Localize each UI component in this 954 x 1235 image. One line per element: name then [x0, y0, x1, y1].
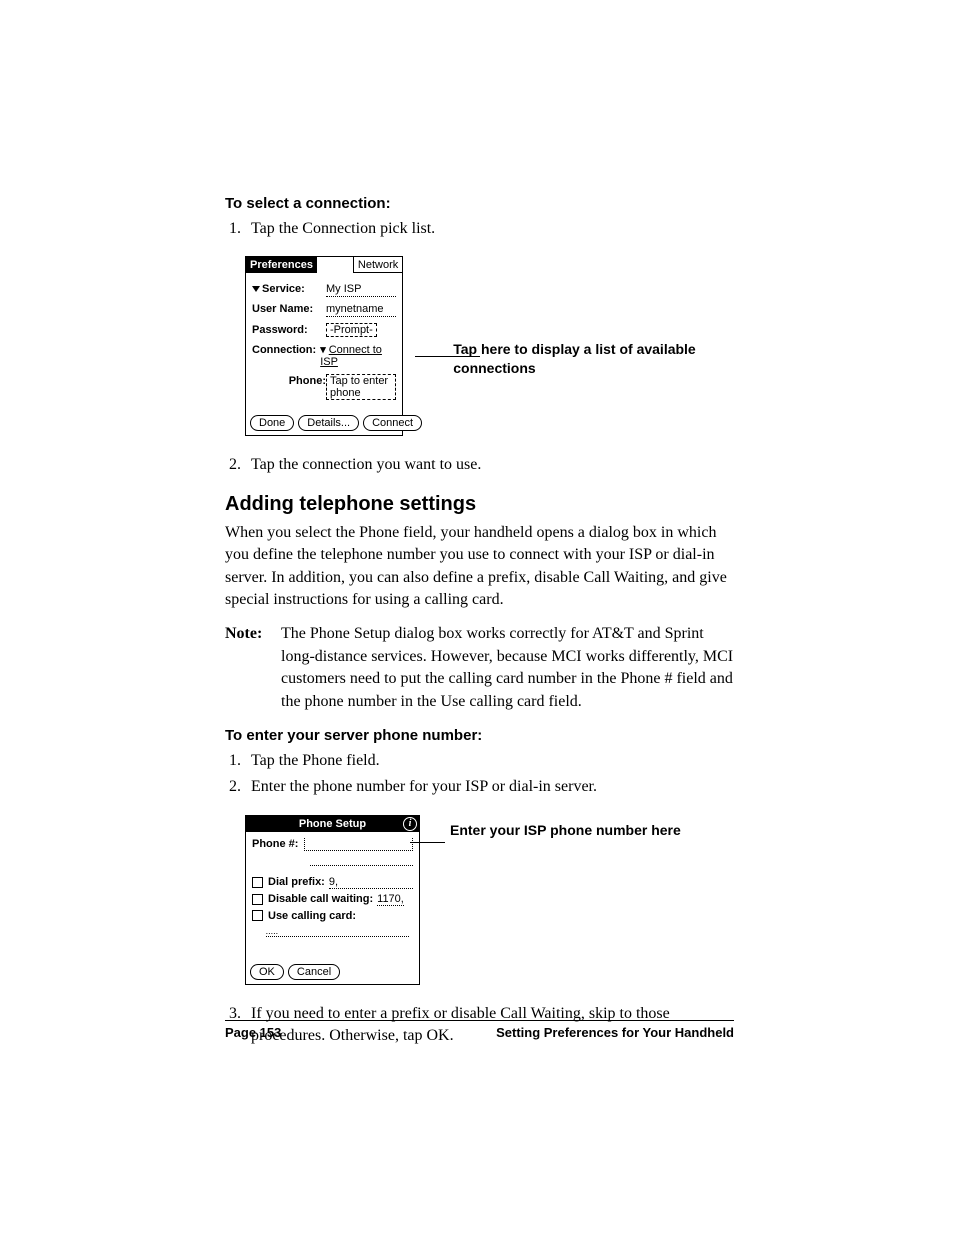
- chapter-title: Setting Preferences for Your Handheld: [496, 1025, 734, 1040]
- phone-button-row: OK Cancel: [250, 964, 340, 980]
- heading-select-connection: To select a connection:: [225, 195, 734, 212]
- disable-cw-label: Disable call waiting:: [268, 893, 373, 905]
- phone-label: Phone:: [252, 375, 326, 387]
- use-cc-row: Use calling card:: [252, 910, 413, 922]
- service-value[interactable]: My ISP: [326, 283, 396, 297]
- step: Tap the Phone field.: [245, 750, 734, 772]
- dial-prefix-value[interactable]: 9,: [329, 876, 413, 889]
- step: Enter the phone number for your ISP or d…: [245, 776, 734, 798]
- username-row: User Name: mynetname: [252, 303, 396, 317]
- info-icon[interactable]: i: [403, 817, 417, 831]
- phone-setup-screenshot: Phone Setup i Phone #: Dial prefix: 9, D…: [245, 815, 420, 985]
- ok-button[interactable]: OK: [250, 964, 284, 980]
- dropdown-icon[interactable]: [252, 286, 260, 292]
- connection-row: Connection: ▾Connect to ISP: [252, 343, 396, 368]
- heading-enter-server-phone: To enter your server phone number:: [225, 727, 734, 744]
- connection-label: Connection:: [252, 344, 320, 356]
- username-label: User Name:: [252, 303, 326, 315]
- use-cc-checkbox[interactable]: [252, 910, 263, 921]
- step: Tap the Connection pick list.: [245, 218, 734, 240]
- figure-preferences: Preferences Network Service: My ISP User…: [245, 256, 734, 436]
- connection-picker[interactable]: ▾Connect to ISP: [320, 343, 396, 368]
- steps-enter-phone: Tap the Phone field. Enter the phone num…: [225, 750, 734, 799]
- password-label: Password:: [252, 324, 326, 336]
- step: Tap the connection you want to use.: [245, 454, 734, 476]
- note-label: Note:: [225, 623, 281, 713]
- steps-select-connection: Tap the Connection pick list.: [225, 218, 734, 240]
- done-button[interactable]: Done: [250, 415, 294, 431]
- note-text: The Phone Setup dialog box works correct…: [281, 623, 734, 713]
- heading-adding-telephone: Adding telephone settings: [225, 493, 734, 516]
- callout-phone-number: Enter your ISP phone number here: [450, 821, 681, 839]
- phone-setup-title: Phone Setup i: [246, 816, 419, 832]
- titlebar: Preferences Network: [246, 257, 402, 273]
- phone-setup-body: Phone #: Dial prefix: 9, Disable call wa…: [246, 832, 419, 937]
- dial-prefix-label: Dial prefix:: [268, 876, 325, 888]
- phone-value[interactable]: Tap to enter phone: [326, 374, 396, 400]
- button-row: Done Details... Connect: [250, 415, 422, 431]
- disable-cw-row: Disable call waiting: 1170,: [252, 893, 413, 906]
- preferences-screenshot: Preferences Network Service: My ISP User…: [245, 256, 403, 436]
- phone-number-row: Phone #:: [252, 838, 413, 851]
- title-preferences: Preferences: [246, 257, 317, 273]
- para-telephone-intro: When you select the Phone field, your ha…: [225, 522, 734, 612]
- connect-button[interactable]: Connect: [363, 415, 422, 431]
- phone-number-label: Phone #:: [252, 838, 298, 850]
- service-row: Service: My ISP: [252, 283, 396, 297]
- form-area: Service: My ISP User Name: mynetname Pas…: [246, 273, 402, 400]
- use-cc-label: Use calling card:: [268, 910, 356, 922]
- disable-cw-checkbox[interactable]: [252, 894, 263, 905]
- page-number: Page 153: [225, 1025, 281, 1040]
- disable-cw-value[interactable]: 1170,: [377, 893, 404, 906]
- steps-select-connection-cont: Tap the connection you want to use.: [225, 454, 734, 476]
- use-cc-input[interactable]: .....: [266, 926, 409, 937]
- callout-line-2: [410, 842, 445, 843]
- note: Note: The Phone Setup dialog box works c…: [225, 623, 734, 713]
- dial-prefix-checkbox[interactable]: [252, 877, 263, 888]
- phone-number-input-line2[interactable]: [310, 855, 413, 866]
- cancel-button[interactable]: Cancel: [288, 964, 340, 980]
- phone-number-input[interactable]: [304, 838, 413, 851]
- callout-line: [415, 356, 480, 357]
- username-value[interactable]: mynetname: [326, 303, 396, 317]
- details-button[interactable]: Details...: [298, 415, 359, 431]
- password-row: Password: -Prompt-: [252, 323, 396, 337]
- service-label: Service:: [262, 283, 305, 295]
- dial-prefix-row: Dial prefix: 9,: [252, 876, 413, 889]
- figure-phone-setup: Phone Setup i Phone #: Dial prefix: 9, D…: [245, 815, 734, 985]
- phone-row: Phone: Tap to enter phone: [252, 374, 396, 400]
- title-network-picker[interactable]: Network: [353, 257, 402, 273]
- callout-connection: Tap here to display a list of available …: [453, 340, 734, 376]
- document-page: To select a connection: Tap the Connecti…: [0, 0, 954, 1235]
- page-footer: Page 153 Setting Preferences for Your Ha…: [225, 1020, 734, 1040]
- password-value[interactable]: -Prompt-: [326, 323, 377, 337]
- phone-setup-title-text: Phone Setup: [299, 818, 366, 830]
